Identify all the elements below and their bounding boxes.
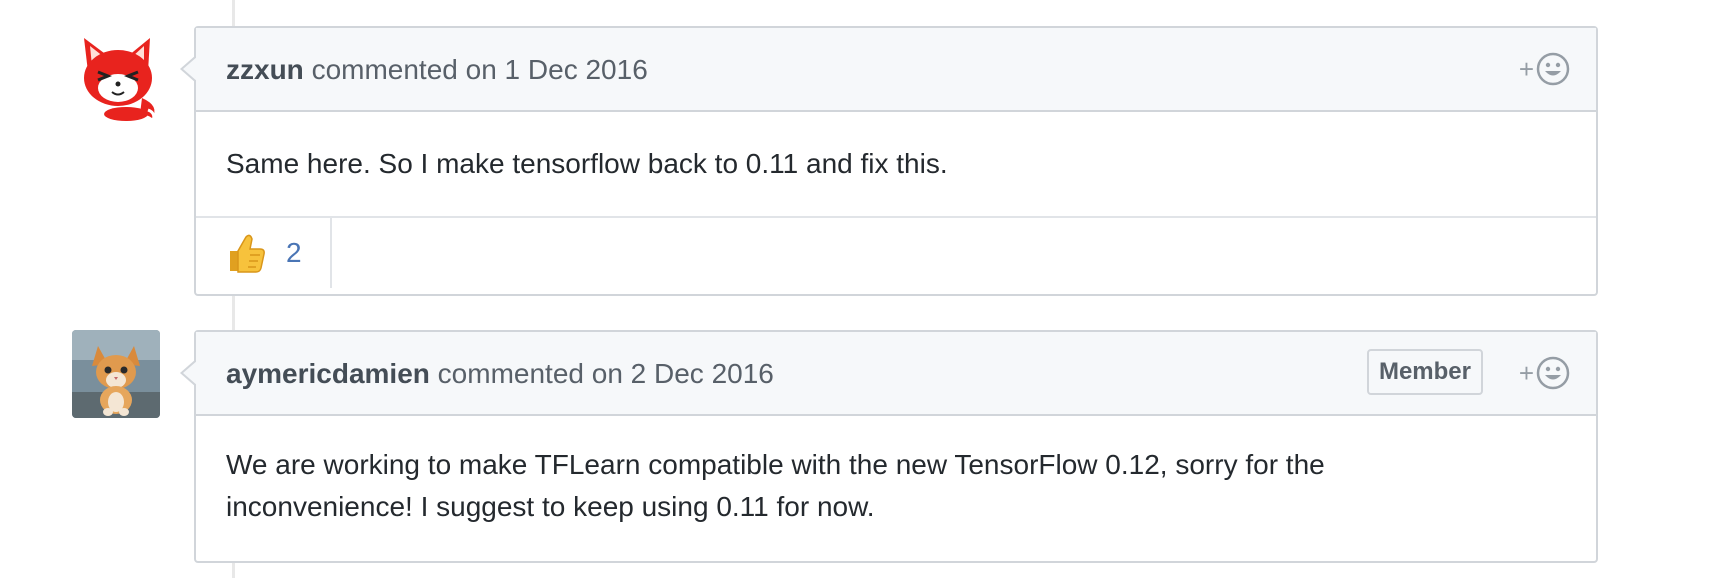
comment-meta: zzxun commented on 1 Dec 2016: [226, 28, 648, 112]
plus-label: +: [1518, 54, 1534, 84]
comment-header: aymericdamien commented on 2 Dec 2016 Me…: [180, 332, 1596, 416]
comment-body: Same here. So I make tensorflow back to …: [196, 112, 1596, 216]
comment-timestamp[interactable]: commented on 1 Dec 2016: [312, 54, 648, 85]
member-badge: Member: [1366, 349, 1483, 395]
comment-header: zzxun commented on 1 Dec 2016 +: [180, 28, 1596, 112]
plus-label: +: [1518, 358, 1534, 388]
comment-text-line: We are working to make TFLearn compatibl…: [226, 449, 1325, 480]
author-link[interactable]: zzxun: [226, 54, 304, 85]
add-reaction-button[interactable]: +: [1519, 52, 1570, 86]
reaction-thumbs-up[interactable]: 2: [196, 218, 332, 288]
thumbs-up-icon: [230, 234, 265, 273]
author-link[interactable]: aymericdamien: [226, 358, 430, 389]
reaction-count: 2: [286, 237, 302, 268]
fox-avatar-icon: [74, 34, 162, 122]
kitten-avatar-icon: [72, 330, 160, 418]
comment-1: zzxun commented on 1 Dec 2016 + Same her…: [180, 26, 1598, 296]
avatar-aymericdamien[interactable]: [72, 330, 160, 418]
comment-text: Same here. So I make tensorflow back to …: [226, 148, 948, 179]
reactions-bar: 2: [196, 216, 1596, 290]
comment-2: aymericdamien commented on 2 Dec 2016 Me…: [180, 330, 1598, 563]
comment-text-line: inconvenience! I suggest to keep using 0…: [226, 491, 875, 522]
comment-meta: aymericdamien commented on 2 Dec 2016: [226, 332, 774, 416]
comment-body: We are working to make TFLearn compatibl…: [196, 416, 1596, 528]
comment-timestamp[interactable]: commented on 2 Dec 2016: [438, 358, 774, 389]
smiley-icon: [1536, 52, 1570, 86]
avatar-zzxun[interactable]: [74, 34, 162, 122]
add-reaction-button[interactable]: +: [1519, 356, 1570, 390]
smiley-icon: [1536, 356, 1570, 390]
